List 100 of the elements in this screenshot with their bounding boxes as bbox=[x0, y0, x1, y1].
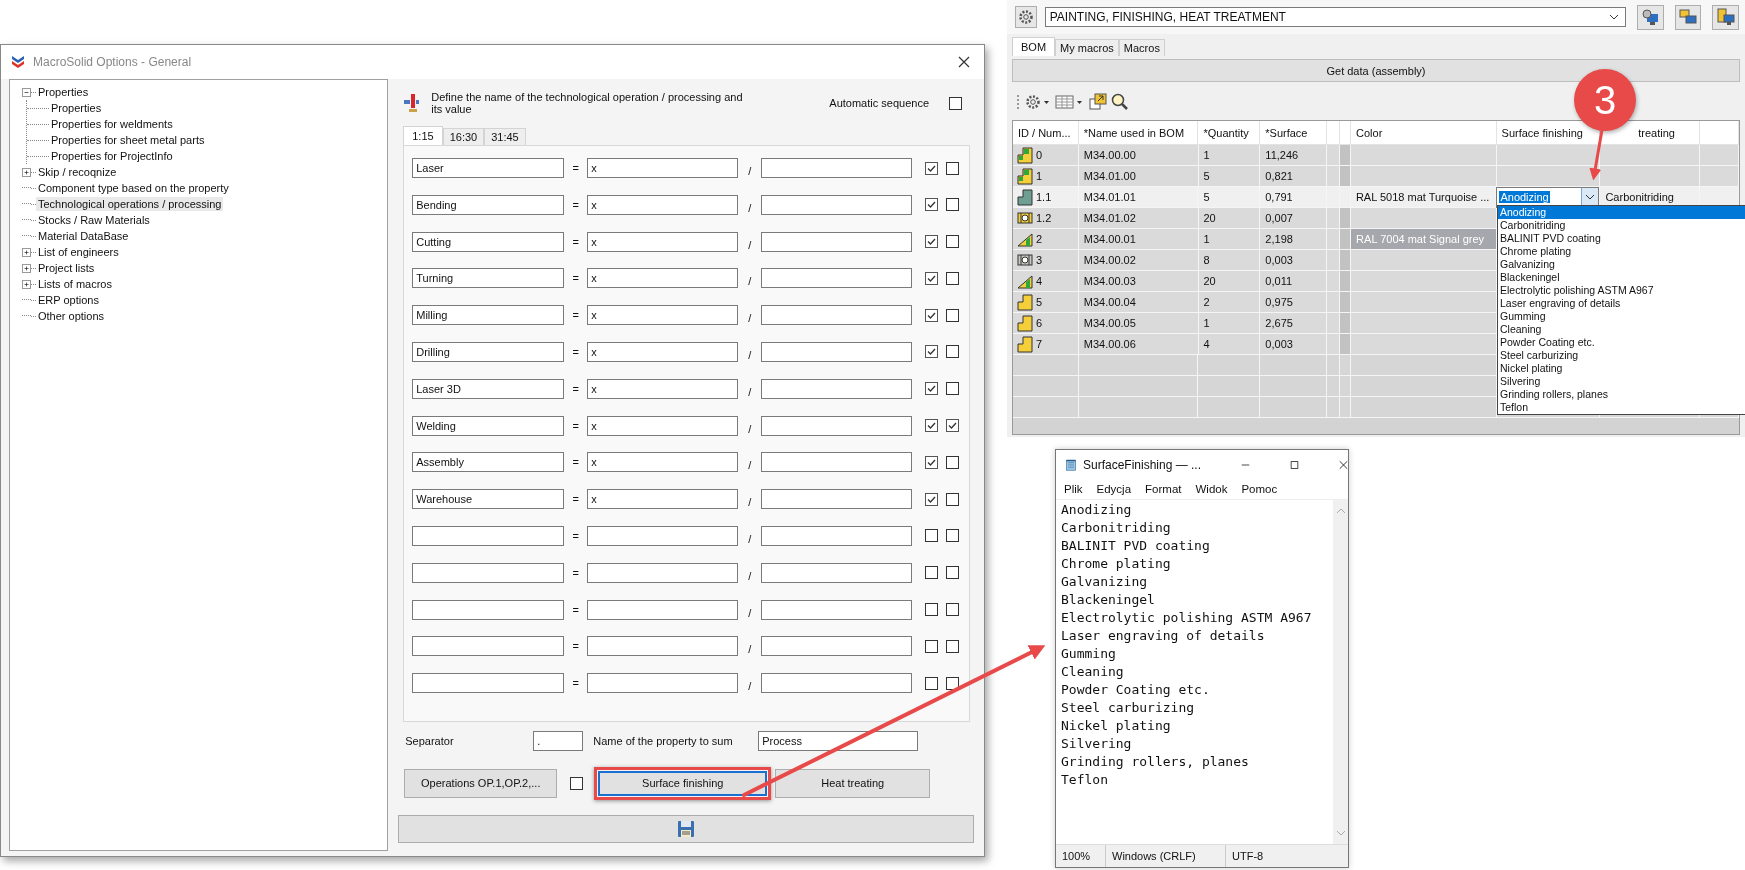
separator-field[interactable]: . bbox=[533, 731, 584, 751]
settings-button[interactable] bbox=[1015, 6, 1037, 28]
tree-item[interactable]: Properties bbox=[49, 101, 104, 115]
dropdown-option[interactable]: Silvering bbox=[1498, 375, 1745, 388]
tree-item[interactable]: Lists of macros bbox=[36, 277, 114, 291]
checkbox[interactable] bbox=[946, 345, 960, 359]
checkbox[interactable] bbox=[946, 198, 960, 212]
operation-name-field[interactable]: Bending bbox=[412, 194, 565, 215]
tree-item[interactable]: Material DataBase bbox=[36, 229, 131, 243]
operation-name-field[interactable] bbox=[412, 562, 565, 583]
text-field[interactable] bbox=[761, 525, 913, 546]
tree-item[interactable]: Component type based on the property bbox=[36, 181, 231, 195]
operation-value-field[interactable]: x bbox=[587, 378, 739, 399]
operation-name-field[interactable]: Turning bbox=[412, 268, 565, 289]
checkbox[interactable] bbox=[946, 419, 960, 433]
checkbox[interactable] bbox=[949, 96, 962, 110]
operation-name-field[interactable]: Warehouse bbox=[412, 489, 565, 510]
menu-item[interactable]: Pomoc bbox=[1241, 483, 1278, 495]
text-field[interactable] bbox=[761, 194, 913, 215]
checkbox[interactable] bbox=[946, 455, 960, 469]
column-header[interactable]: *Surface bbox=[1260, 121, 1328, 145]
dropdown-option[interactable]: Laser engraving of details bbox=[1498, 297, 1745, 310]
operation-name-field[interactable] bbox=[412, 673, 565, 694]
tree-item[interactable]: Stocks / Raw Materials bbox=[36, 213, 152, 227]
chevron-down-icon[interactable] bbox=[1609, 14, 1620, 20]
operation-value-field[interactable]: x bbox=[587, 489, 739, 510]
tab[interactable]: 31:45 bbox=[484, 128, 526, 145]
close-icon[interactable] bbox=[958, 56, 970, 68]
operation-name-field[interactable]: Cutting bbox=[412, 231, 565, 252]
tab[interactable]: 16:30 bbox=[442, 128, 485, 145]
operation-value-field[interactable]: x bbox=[587, 194, 739, 215]
column-header[interactable]: Color bbox=[1351, 121, 1497, 145]
table-row[interactable]: 1.1 M34.01.01 5 0,791 RAL 5018 mat Turquoise ... Anodizing Carbonitriding bbox=[1013, 187, 1739, 208]
dropdown-option[interactable]: Electrolytic polishing ASTM A967 bbox=[1498, 284, 1745, 297]
tab[interactable]: My macros bbox=[1055, 39, 1119, 56]
tab[interactable]: 1:15 bbox=[403, 126, 443, 145]
property-field[interactable]: Process bbox=[758, 731, 919, 751]
text-field[interactable] bbox=[761, 158, 913, 178]
column-header[interactable]: *Quantity bbox=[1198, 121, 1261, 145]
tree-item[interactable]: Project lists bbox=[36, 261, 97, 275]
checkbox[interactable] bbox=[946, 676, 960, 690]
dropdown-option[interactable]: Gumming bbox=[1498, 310, 1745, 323]
operation-value-field[interactable] bbox=[587, 525, 739, 546]
checkbox[interactable] bbox=[946, 492, 960, 506]
checkbox[interactable] bbox=[946, 161, 960, 175]
operation-name-field[interactable] bbox=[412, 525, 565, 546]
operation-value-field[interactable]: x bbox=[587, 305, 739, 326]
operations-button[interactable]: Operations OP.1,OP.2,... bbox=[404, 768, 558, 798]
checkbox[interactable] bbox=[946, 639, 960, 653]
tree-item[interactable]: Technological operations / processing bbox=[36, 197, 224, 211]
checkbox[interactable] bbox=[946, 308, 960, 322]
checkbox[interactable] bbox=[925, 603, 939, 617]
checkbox[interactable] bbox=[946, 566, 960, 580]
tree-item[interactable]: Properties for sheet metal parts bbox=[49, 133, 207, 147]
menu-item[interactable]: Edycja bbox=[1096, 483, 1132, 495]
checkbox[interactable] bbox=[925, 235, 939, 249]
operation-value-field[interactable]: x bbox=[587, 231, 739, 252]
expander-icon[interactable] bbox=[22, 247, 31, 257]
checkbox[interactable] bbox=[946, 382, 960, 396]
checkbox[interactable] bbox=[946, 271, 960, 285]
dropdown-option[interactable]: Nickel plating bbox=[1498, 362, 1745, 375]
checkbox[interactable] bbox=[925, 271, 939, 285]
dropdown-option[interactable]: Anodizing bbox=[1498, 206, 1745, 219]
operation-value-field[interactable] bbox=[587, 599, 739, 620]
expander-icon[interactable] bbox=[22, 167, 31, 177]
settings-icon[interactable] bbox=[1025, 94, 1051, 110]
text-field[interactable] bbox=[761, 452, 913, 473]
dropdown-option[interactable]: Chrome plating bbox=[1498, 245, 1745, 258]
tree-item[interactable]: Properties for ProjectInfo bbox=[49, 149, 175, 163]
tree-item[interactable]: ERP options bbox=[36, 293, 101, 307]
dropdown-option[interactable]: Powder Coating etc. bbox=[1498, 336, 1745, 349]
text-field[interactable] bbox=[761, 489, 913, 510]
tree-item[interactable]: List of engineers bbox=[36, 245, 121, 259]
operation-name-field[interactable]: Drilling bbox=[412, 342, 565, 362]
menu-item[interactable]: Format bbox=[1145, 483, 1182, 495]
expander-icon[interactable] bbox=[22, 263, 31, 273]
table-icon[interactable] bbox=[1055, 94, 1085, 110]
document-button[interactable] bbox=[1712, 4, 1739, 30]
operation-value-field[interactable]: x bbox=[587, 342, 739, 362]
column-header[interactable]: treating bbox=[1600, 121, 1701, 145]
checkbox[interactable] bbox=[925, 566, 939, 580]
checkbox[interactable] bbox=[925, 676, 939, 690]
checkbox[interactable] bbox=[925, 492, 939, 506]
checkbox[interactable] bbox=[925, 308, 939, 322]
operation-value-field[interactable]: x bbox=[587, 452, 739, 473]
text-field[interactable] bbox=[761, 415, 913, 436]
checkbox[interactable] bbox=[925, 639, 939, 653]
text-field[interactable] bbox=[761, 599, 913, 620]
tree-item[interactable]: Properties bbox=[36, 85, 91, 99]
checkbox[interactable] bbox=[925, 198, 939, 212]
text-field[interactable] bbox=[761, 378, 913, 399]
checkbox[interactable] bbox=[570, 776, 584, 790]
dropdown-option[interactable]: Teflon bbox=[1498, 401, 1745, 414]
checkbox[interactable] bbox=[946, 603, 960, 617]
table-row[interactable]: 0 M34.00.00 1 11,246 bbox=[1013, 145, 1739, 166]
operation-name-field[interactable]: Assembly bbox=[412, 452, 565, 473]
gear-monitor-button[interactable] bbox=[1637, 4, 1664, 30]
dropdown-option[interactable]: Steel carburizing bbox=[1498, 349, 1745, 362]
operation-value-field[interactable] bbox=[587, 636, 739, 657]
dropdown-option[interactable]: Blackeningel bbox=[1498, 271, 1745, 284]
